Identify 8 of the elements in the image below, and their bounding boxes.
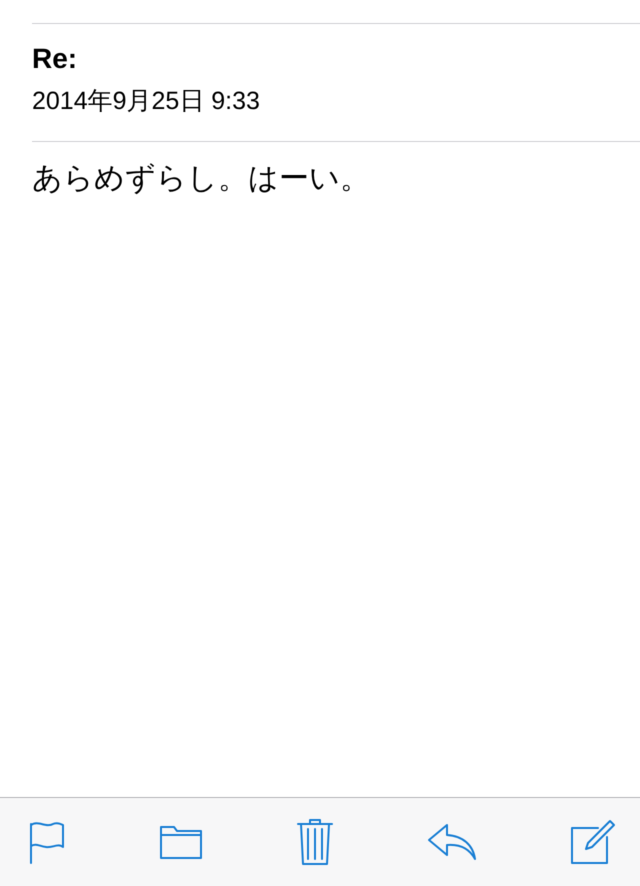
message-body: あらめずらし。はーい。	[31, 161, 371, 197]
reply-icon[interactable]	[427, 823, 477, 861]
trash-icon[interactable]	[296, 818, 334, 866]
subject: Re:	[32, 42, 78, 76]
date: 2014年9月25日 9:33	[32, 86, 261, 117]
folder-icon[interactable]	[159, 824, 203, 860]
compose-icon[interactable]	[570, 819, 616, 865]
flag-icon[interactable]	[28, 820, 66, 864]
